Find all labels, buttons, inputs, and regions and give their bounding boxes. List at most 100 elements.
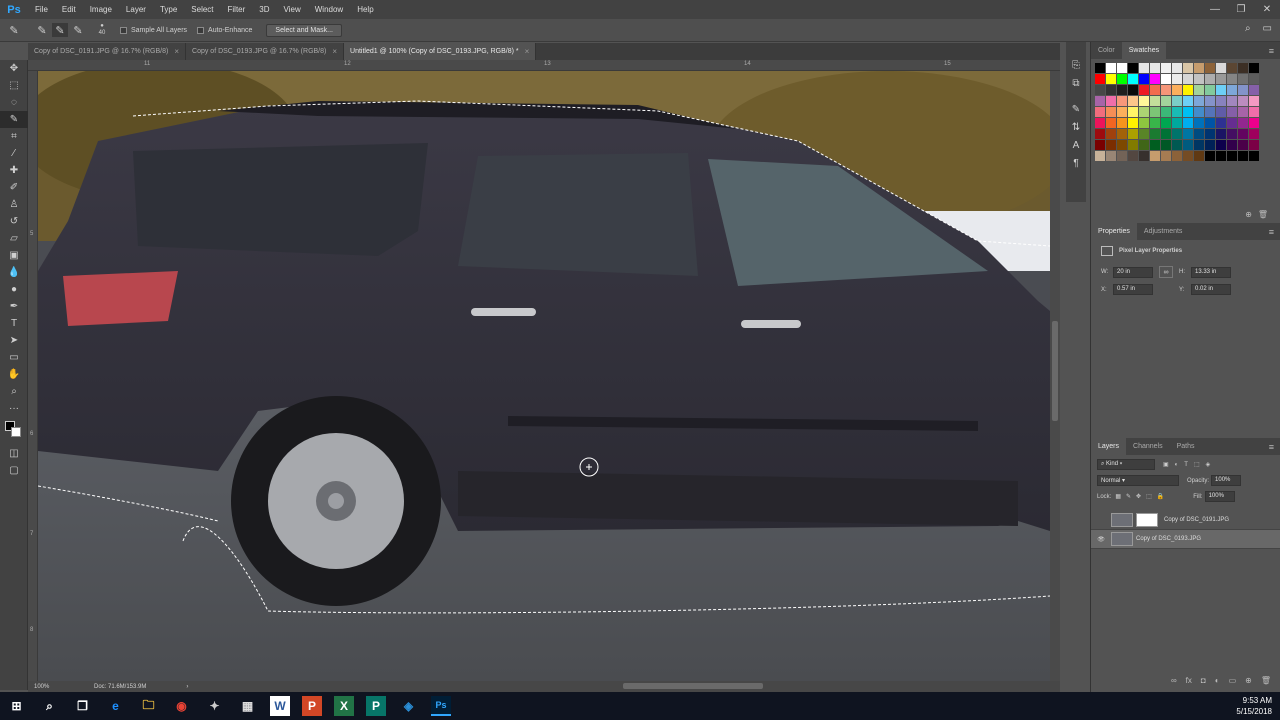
fill-field[interactable]: 100% [1204,491,1235,502]
opacity-field[interactable]: 100% [1211,475,1242,486]
lock-icons[interactable]: ▦✎✥⬚🔒 [1115,493,1169,500]
tab-properties[interactable]: Properties [1091,223,1137,240]
filter-icons[interactable]: ▣◐T⬚◈ [1163,461,1216,468]
swatch[interactable] [1128,140,1138,150]
tab-dsc-0193[interactable]: Copy of DSC_0193.JPG @ 16.7% (RGB/8) × [186,43,345,60]
menu-type[interactable]: Type [153,0,184,19]
swatch[interactable] [1238,129,1248,139]
tab-layers[interactable]: Layers [1091,438,1127,455]
swatch[interactable] [1227,96,1237,106]
brush-size-picker[interactable]: ● 40 [94,23,110,37]
menu-layer[interactable]: Layer [119,0,153,19]
horizontal-scroll-thumb[interactable] [623,683,763,689]
swatch[interactable] [1128,107,1138,117]
swatch[interactable] [1161,96,1171,106]
delete-swatch-icon[interactable]: 🗑 [1258,210,1268,219]
swatch[interactable] [1205,107,1215,117]
swatch[interactable] [1106,107,1116,117]
tab-close-icon[interactable]: × [174,47,179,56]
swatch[interactable] [1150,63,1160,73]
swatch[interactable] [1150,118,1160,128]
swatch[interactable] [1216,74,1226,84]
zoom-level[interactable]: 100% [34,684,74,690]
swatch[interactable] [1095,74,1105,84]
swatch[interactable] [1238,85,1248,95]
tab-color[interactable]: Color [1091,42,1122,59]
search-icon[interactable]: ⌕ [33,692,66,720]
swatch[interactable] [1161,74,1171,84]
swatch[interactable] [1117,151,1127,161]
swatch[interactable] [1183,140,1193,150]
swatch[interactable] [1161,140,1171,150]
calculator-icon[interactable]: ▦ [231,692,264,720]
new-swatch-icon[interactable]: ⊕ [1245,210,1252,219]
file-explorer-icon[interactable]: 🗀 [132,692,165,720]
swatch[interactable] [1238,140,1248,150]
tab-close-icon[interactable]: × [525,47,530,56]
marquee-tool-icon[interactable]: ⬚ [0,77,28,94]
swatch[interactable] [1095,107,1105,117]
delete-layer-icon[interactable]: 🗑 [1261,676,1271,690]
swatch[interactable] [1238,107,1248,117]
swatch[interactable] [1117,96,1127,106]
swatch[interactable] [1172,85,1182,95]
swatch[interactable] [1117,85,1127,95]
swatch[interactable] [1205,151,1215,161]
swatch[interactable] [1227,140,1237,150]
swatch[interactable] [1249,151,1259,161]
panel-menu-icon[interactable]: ≡ [1269,442,1274,452]
swatch[interactable] [1161,118,1171,128]
swatch[interactable] [1095,63,1105,73]
menu-edit[interactable]: Edit [55,0,83,19]
swatch[interactable] [1249,140,1259,150]
status-arrow-icon[interactable]: › [186,684,188,690]
swatch[interactable] [1205,140,1215,150]
swatch[interactable] [1238,151,1248,161]
swatch[interactable] [1117,129,1127,139]
add-mask-icon[interactable]: ◘ [1201,676,1206,690]
new-selection-icon[interactable]: ✎ [34,23,50,37]
swatch[interactable] [1128,129,1138,139]
tab-channels[interactable]: Channels [1126,438,1170,455]
swatch[interactable] [1216,107,1226,117]
swatch[interactable] [1150,129,1160,139]
app-icon[interactable]: ✦ [198,692,231,720]
quick-mask-icon[interactable]: ◫ [0,445,28,462]
link-layers-icon[interactable]: ∞ [1171,676,1177,690]
swatch[interactable] [1205,96,1215,106]
swatch[interactable] [1249,107,1259,117]
menu-select[interactable]: Select [184,0,220,19]
app-icon[interactable]: ◈ [392,692,425,720]
system-clock[interactable]: 9:53 AM 5/15/2018 [1236,695,1272,717]
screen-mode-icon[interactable]: ▢ [0,462,28,479]
x-field[interactable]: 0.57 in [1113,284,1153,295]
swatch[interactable] [1117,107,1127,117]
group-icon[interactable]: ▭ [1229,676,1237,690]
swatch[interactable] [1183,129,1193,139]
swatch[interactable] [1205,129,1215,139]
new-layer-icon[interactable]: ⊕ [1245,676,1252,690]
swatch[interactable] [1216,85,1226,95]
panel-menu-icon[interactable]: ≡ [1269,227,1274,237]
panel-menu-icon[interactable]: ≡ [1269,46,1274,56]
zoom-tool-icon[interactable]: ⌕ [0,383,28,400]
swatch[interactable] [1249,63,1259,73]
swatch[interactable] [1095,96,1105,106]
swatch[interactable] [1194,63,1204,73]
edge-icon[interactable]: e [99,692,132,720]
fx-icon[interactable]: fx [1186,676,1192,690]
photoshop-taskbar-icon[interactable]: Ps [431,696,451,716]
y-field[interactable]: 0.02 in [1191,284,1231,295]
adjustment-layer-icon[interactable]: ◐ [1215,676,1220,690]
swatch[interactable] [1139,129,1149,139]
menu-window[interactable]: Window [308,0,350,19]
history-brush-icon[interactable]: ↺ [0,213,28,230]
swatch[interactable] [1172,107,1182,117]
swatch[interactable] [1194,118,1204,128]
swatch[interactable] [1128,63,1138,73]
swatch[interactable] [1139,96,1149,106]
swatch[interactable] [1128,85,1138,95]
layer-row[interactable]: Copy of DSC_0191.JPG [1091,511,1280,530]
swatch[interactable] [1117,140,1127,150]
eye-icon[interactable]: 👁 [1091,536,1111,543]
